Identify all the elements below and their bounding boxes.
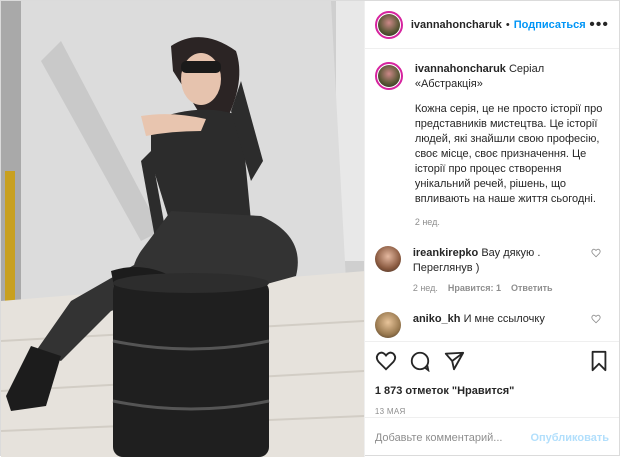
post-actions: 1 873 отметок "Нравится" 13 МАЯ bbox=[364, 341, 619, 416]
post-sidebar: ivannahoncharuk • Подписаться ••• ivanna… bbox=[363, 1, 619, 457]
separator-dot: • bbox=[505, 18, 510, 31]
commenter-avatar[interactable] bbox=[374, 312, 401, 338]
comment-like-icon[interactable] bbox=[591, 248, 601, 261]
comment-text: И мне ссылочку bbox=[463, 313, 545, 325]
comment-item: ireankirepko Вау дякую . Переглянув ) 2 … bbox=[374, 246, 609, 296]
comment-icon[interactable] bbox=[409, 350, 431, 375]
post-caption: ivannahoncharuk Серіал «Абстракція» Кожн… bbox=[374, 62, 609, 230]
post-header: ivannahoncharuk • Подписаться ••• bbox=[364, 1, 619, 49]
commenter-avatar[interactable] bbox=[374, 246, 401, 272]
post-photo[interactable] bbox=[1, 1, 364, 457]
caption-time[interactable]: 2 нед. bbox=[415, 215, 609, 230]
caption-avatar[interactable] bbox=[374, 62, 403, 90]
publish-button[interactable]: Опубликовать bbox=[530, 432, 609, 444]
commenter-username[interactable]: aniko_kh bbox=[413, 313, 461, 325]
comment-time[interactable]: 2 нед. bbox=[413, 281, 438, 296]
caption-text: Кожна серія, це не просто історії про пр… bbox=[414, 103, 603, 205]
comment-input[interactable] bbox=[374, 431, 531, 444]
commenter-username[interactable]: ireankirepko bbox=[413, 247, 478, 259]
share-icon[interactable] bbox=[443, 350, 465, 375]
follow-button[interactable]: Подписаться bbox=[514, 19, 586, 31]
comment-like-icon[interactable] bbox=[591, 314, 601, 327]
comments-section[interactable]: ivannahoncharuk Серіал «Абстракція» Кожн… bbox=[365, 50, 619, 340]
post-date[interactable]: 13 МАЯ bbox=[375, 407, 609, 416]
author-username[interactable]: ivannahoncharuk bbox=[411, 19, 502, 31]
likes-count[interactable]: 1 873 отметок "Нравится" bbox=[375, 385, 609, 397]
more-options-icon[interactable]: ••• bbox=[589, 16, 609, 34]
comment-likes[interactable]: Нравится: 1 bbox=[448, 281, 501, 296]
add-comment-bar: Опубликовать bbox=[364, 417, 619, 457]
comment-item: aniko_kh И мне ссылочку bbox=[374, 312, 609, 338]
instagram-post: ivannahoncharuk • Подписаться ••• ivanna… bbox=[0, 0, 620, 457]
caption-username[interactable]: ivannahoncharuk bbox=[415, 63, 506, 75]
author-avatar[interactable] bbox=[374, 10, 403, 39]
bookmark-icon[interactable] bbox=[589, 350, 609, 375]
photo-illustration bbox=[1, 1, 364, 457]
like-icon[interactable] bbox=[375, 350, 397, 375]
reply-button[interactable]: Ответить bbox=[511, 281, 553, 296]
